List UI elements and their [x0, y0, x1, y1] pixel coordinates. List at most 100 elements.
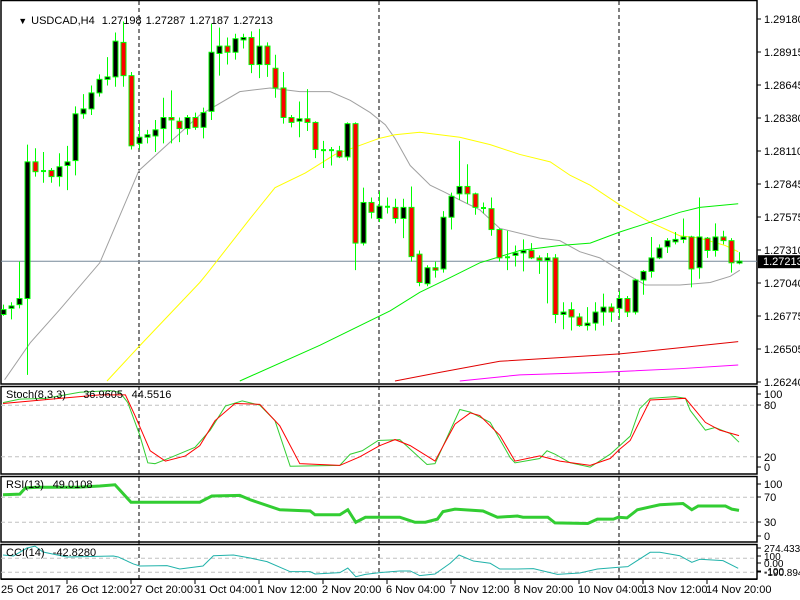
candle	[80, 94, 87, 119]
candle-body-bull	[1, 309, 7, 316]
candle	[321, 140, 326, 168]
stoch-tick-label: 0	[764, 462, 770, 474]
candle	[184, 115, 191, 135]
candle-body-bull	[600, 306, 607, 313]
time-tick-label: 2 Nov 20:00	[322, 584, 381, 596]
indicator-value: 49.0108	[53, 479, 93, 491]
candle	[584, 307, 591, 331]
candle-body-bear	[432, 267, 439, 271]
candle-body-bear	[536, 257, 543, 261]
indicator-title: Stoch(8,3,3)	[6, 389, 66, 401]
indicator-value: 36.9605	[83, 389, 123, 401]
candle	[144, 129, 151, 144]
candle	[712, 223, 719, 257]
candle-body-bull	[520, 249, 527, 254]
triangle-down-icon[interactable]: ▼	[18, 16, 27, 26]
time-tick-label: 25 Oct 2017	[1, 584, 61, 596]
candle	[264, 42, 271, 77]
candle	[688, 235, 695, 288]
candle	[672, 232, 679, 245]
candle-body-bear	[168, 117, 175, 121]
candle-body-bear	[336, 150, 343, 158]
candle	[192, 112, 199, 130]
candle	[544, 252, 551, 304]
candle	[72, 106, 79, 176]
candle-body-bull	[8, 305, 15, 309]
candle	[656, 244, 663, 260]
candle-body-bull	[648, 257, 655, 272]
moving-average-line	[239, 203, 739, 382]
candle-body-bear	[488, 208, 495, 231]
candle-body-bull	[200, 112, 207, 128]
candle	[168, 90, 175, 144]
chart-canvas[interactable]: 1.29180 1.28915 1.28645 1.28380 1.28110 1.278…	[0, 0, 800, 600]
candle	[296, 101, 303, 138]
candle-doji	[505, 256, 510, 259]
price-tick-label: 1.26505	[764, 344, 800, 356]
candle-body-bear	[120, 41, 127, 77]
candle	[360, 187, 367, 246]
candle-body-bear	[176, 120, 183, 130]
candle-body-bull	[440, 216, 447, 270]
candle	[96, 74, 103, 97]
candle	[272, 54, 279, 98]
candle-body-bear	[352, 123, 359, 244]
candle	[104, 57, 111, 86]
candle	[560, 302, 567, 330]
candle-body-bear	[408, 206, 415, 258]
indicator-title: RSI(13)	[6, 479, 44, 491]
cci-tick-label: -190.8944	[764, 568, 800, 579]
candle-body-bear	[608, 306, 615, 313]
candle-body-bear	[688, 236, 695, 270]
candle	[312, 121, 319, 159]
low-value: 1.27187	[189, 15, 230, 27]
candle	[336, 145, 343, 159]
candle-body-bull	[400, 206, 407, 219]
candle-body-bull	[152, 129, 159, 137]
candle	[176, 117, 183, 143]
time-tick-label: 8 Nov 20:00	[514, 584, 573, 596]
candle	[552, 254, 559, 324]
candle-body-bull	[24, 161, 31, 300]
time-tick-label: 26 Oct 12:00	[66, 584, 129, 596]
candle-body-bull	[72, 113, 79, 162]
candle-body-bear	[720, 236, 727, 242]
candle-body-bull	[16, 298, 23, 306]
high-value: 1.27287	[145, 15, 186, 27]
candle-doji	[481, 207, 486, 210]
candle-body-bull	[712, 236, 719, 251]
candle-body-bear	[304, 118, 311, 123]
candle	[472, 192, 479, 215]
candle	[368, 197, 375, 219]
candle-body-bull	[736, 260, 743, 264]
candle-body-bull	[296, 118, 303, 122]
time-tick-label: 6 Nov 04:00	[386, 584, 445, 596]
stoch-tick-label: 80	[764, 400, 776, 412]
candle	[696, 197, 703, 279]
moving-average-line	[106, 131, 739, 382]
candle	[505, 230, 510, 271]
candle-doji	[329, 149, 334, 152]
candle-body-bear	[552, 257, 559, 316]
candle-body-bull	[344, 123, 351, 158]
candle-body-bull	[616, 298, 623, 309]
candle	[152, 119, 159, 152]
price-tick-label: 1.28110	[764, 146, 800, 158]
candle-body-bull	[672, 238, 679, 243]
price-tick-label: 1.28380	[764, 113, 800, 125]
rsi-plot	[1, 483, 757, 526]
candle	[352, 122, 359, 271]
candle-body-bull	[64, 161, 71, 167]
candle-body-bear	[704, 237, 711, 251]
moving-average-line	[4, 87, 741, 381]
candle	[440, 211, 447, 273]
candle	[720, 230, 727, 245]
candle-doji	[321, 149, 326, 152]
candle-body-bear	[288, 117, 295, 123]
candle	[456, 140, 463, 200]
candle	[8, 302, 15, 320]
time-tick-label: 10 Nov 04:00	[578, 584, 643, 596]
candle	[304, 89, 311, 132]
candle	[200, 107, 207, 139]
current-price-label: 1.27213	[763, 256, 800, 268]
